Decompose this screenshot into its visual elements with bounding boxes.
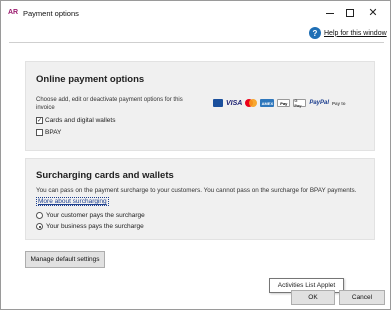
card-icon xyxy=(213,99,223,107)
ok-button[interactable]: OK xyxy=(291,290,335,305)
business-pays-option[interactable]: Your business pays the surcharge xyxy=(36,223,144,230)
online-payment-panel: Online payment options Choose add, edit … xyxy=(25,61,375,151)
online-payment-title: Online payment options xyxy=(36,74,145,85)
cards-wallets-option[interactable]: ✓ Cards and digital wallets xyxy=(36,117,115,124)
surcharge-title: Surcharging cards and wallets xyxy=(36,170,174,181)
window-title: Payment options xyxy=(23,9,79,18)
more-about-surcharging-link[interactable]: More about surcharging xyxy=(36,197,109,206)
surcharge-description: You can pass on the payment surcharge to… xyxy=(36,187,357,194)
bpay-label: BPAY xyxy=(45,129,62,136)
help-label[interactable]: Help for this window xyxy=(324,30,387,37)
manage-default-settings-button[interactable]: Manage default settings xyxy=(25,251,105,268)
payment-options-window: AR Payment options ✕ ? Help for this win… xyxy=(0,0,391,310)
mastercard-logo xyxy=(245,99,258,107)
bpay-checkbox[interactable] xyxy=(36,129,43,136)
maximize-icon xyxy=(346,9,354,17)
google-pay-logo: G Pay xyxy=(293,98,307,108)
title-bar[interactable]: AR Payment options ✕ xyxy=(1,1,390,25)
cards-wallets-label: Cards and digital wallets xyxy=(45,117,116,124)
surcharge-panel: Surcharging cards and wallets You can pa… xyxy=(25,158,375,240)
help-icon: ? xyxy=(309,27,321,39)
help-link[interactable]: ? Help for this window xyxy=(309,26,387,40)
bpay-option[interactable]: BPAY xyxy=(36,129,61,136)
visa-logo: VISA xyxy=(226,99,243,107)
apple-pay-logo: Pay xyxy=(277,99,291,107)
business-pays-label: Your business pays the surcharge xyxy=(46,223,144,230)
maximize-button[interactable] xyxy=(339,5,361,21)
cards-wallets-checkbox[interactable]: ✓ xyxy=(36,117,43,124)
app-icon: AR xyxy=(8,9,19,16)
minimize-button[interactable] xyxy=(319,5,341,21)
amex-logo: AMEX xyxy=(260,99,275,107)
header-divider xyxy=(9,42,384,43)
business-pays-radio[interactable] xyxy=(36,223,43,230)
customer-pays-option[interactable]: Your customer pays the surcharge xyxy=(36,212,145,219)
cancel-button[interactable]: Cancel xyxy=(339,290,385,305)
paypal-logo: PayPal xyxy=(309,100,330,106)
payto-logo: Pay to xyxy=(332,100,346,106)
close-icon: ✕ xyxy=(368,6,378,19)
online-payment-description: Choose add, edit or deactivate payment o… xyxy=(36,97,183,111)
customer-pays-label: Your customer pays the surcharge xyxy=(46,212,145,219)
mastercard-orange-circle xyxy=(249,99,258,107)
minimize-icon xyxy=(326,12,334,14)
payment-logos: VISA AMEX Pay G Pay PayPal Pay to xyxy=(213,98,346,108)
close-button[interactable]: ✕ xyxy=(362,5,384,21)
customer-pays-radio[interactable] xyxy=(36,212,43,219)
